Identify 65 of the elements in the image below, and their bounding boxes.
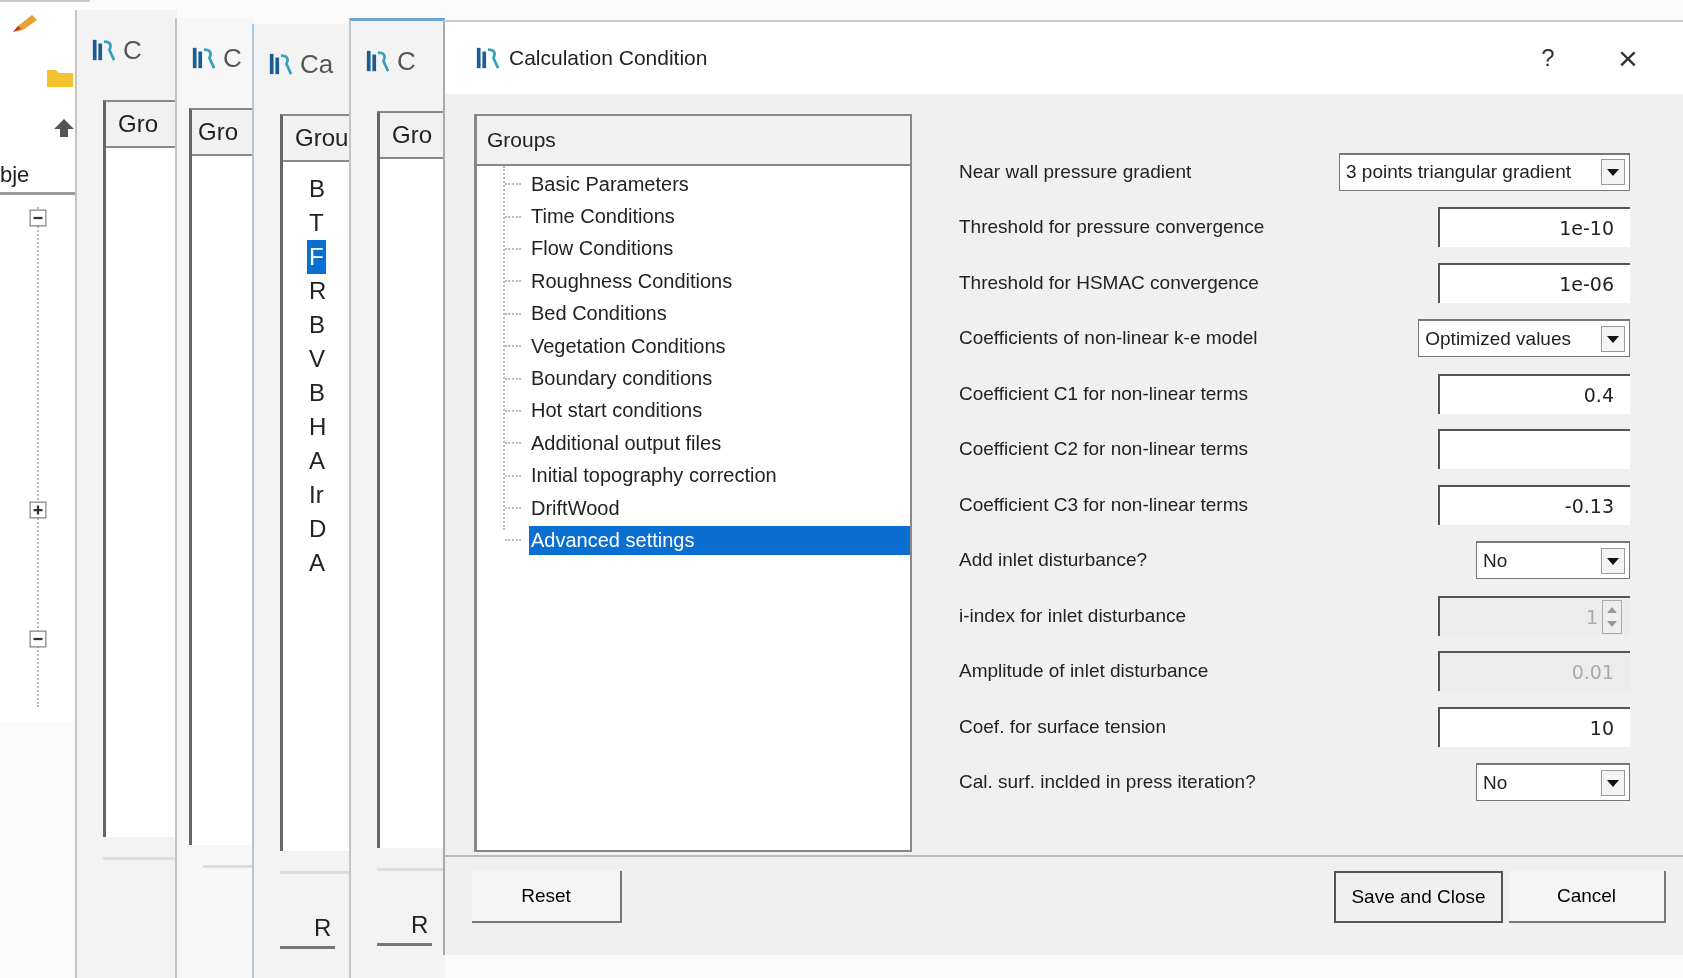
dropdown[interactable]: 3 points triangular gradient [1339, 152, 1630, 191]
tree-item[interactable]: Hot start conditions [529, 396, 709, 426]
input-field[interactable]: 0.4 [1438, 373, 1630, 414]
tree-item[interactable]: Vegetation Conditions [529, 331, 732, 361]
tree-item[interactable]: B [307, 172, 327, 206]
input-field[interactable]: -0.13 [1438, 484, 1630, 525]
field-label: Threshold for HSMAC convergence [959, 271, 1259, 294]
tree-item[interactable]: R [307, 274, 329, 308]
tree-item[interactable]: V [307, 342, 327, 376]
tree-item[interactable]: DriftWood [529, 493, 626, 523]
tree-item[interactable]: Time Conditions [529, 202, 681, 232]
tree-item[interactable]: A [307, 444, 327, 478]
field-label: Amplitude of inlet disturbance [959, 660, 1209, 683]
save-and-close-button[interactable]: Save and Close [1334, 871, 1503, 923]
tree-item[interactable]: F [307, 240, 326, 274]
window-title: Ca [300, 48, 334, 80]
field-label: Coefficient C2 for non-linear terms [959, 438, 1248, 461]
field-label: Coefficient C3 for non-linear terms [959, 493, 1248, 516]
groups-header: Grou [283, 116, 351, 162]
window-title: C [223, 42, 242, 74]
field-label: Coefficients of non-linear k-e model [959, 327, 1258, 350]
tree-item[interactable]: Advanced settings [529, 526, 910, 555]
window-title: Calculation Condition [509, 46, 708, 70]
input-field[interactable]: 10 [1438, 706, 1630, 747]
input-field[interactable]: 1e-06 [1438, 262, 1630, 303]
expand-icon[interactable] [29, 501, 47, 519]
close-button[interactable]: × [1593, 33, 1663, 83]
dropdown[interactable]: Optimized values [1418, 319, 1630, 358]
reset-button[interactable]: Reset [472, 871, 622, 923]
cancel-button[interactable]: Cancel [1509, 871, 1666, 923]
dropdown[interactable]: No [1476, 541, 1630, 580]
tree-item[interactable]: H [307, 410, 329, 444]
field-label: Add inlet disturbance? [959, 549, 1147, 572]
tree-item[interactable]: Initial topography correction [529, 461, 783, 491]
input-field[interactable]: 1e-10 [1438, 207, 1630, 248]
tree-item[interactable]: Boundary conditions [529, 364, 719, 394]
help-button[interactable]: ? [1513, 33, 1583, 83]
window-title: C [397, 45, 416, 77]
collapse-icon[interactable] [29, 209, 47, 227]
tree-item[interactable]: A [307, 546, 327, 580]
groups-header: Groups [477, 116, 910, 166]
field-label: Near wall pressure gradient [959, 160, 1192, 183]
groups-header: Gro [192, 110, 254, 156]
tree-item[interactable]: Bed Conditions [529, 299, 673, 329]
tree-item[interactable]: Basic Parameters [529, 169, 695, 199]
tree-item[interactable]: D [307, 512, 329, 546]
tree-item[interactable]: B [307, 308, 327, 342]
field-label: Cal. surf. inclded in press iteration? [959, 771, 1256, 794]
field-label: Coefficient C1 for non-linear terms [959, 382, 1248, 405]
arrow-icon[interactable] [52, 116, 76, 140]
dropdown[interactable]: No [1476, 763, 1630, 802]
tree-item[interactable]: Ir [307, 478, 326, 512]
collapse-icon[interactable] [29, 630, 47, 648]
tree-item[interactable]: Roughness Conditions [529, 266, 739, 296]
input-field[interactable] [1438, 429, 1630, 470]
groups-header: Gro [380, 113, 445, 159]
tree-item[interactable]: Flow Conditions [529, 234, 680, 264]
groups-header: Gro [106, 102, 177, 148]
window-title: C [123, 34, 142, 66]
tree-item[interactable]: B [307, 376, 327, 410]
field-label: i-index for inlet disturbance [959, 604, 1187, 627]
tree-item[interactable]: Additional output files [529, 428, 728, 458]
field-label: Coef. for surface tension [959, 715, 1166, 738]
field-label: Threshold for pressure convergence [959, 216, 1265, 239]
tree-item[interactable]: T [307, 206, 326, 240]
